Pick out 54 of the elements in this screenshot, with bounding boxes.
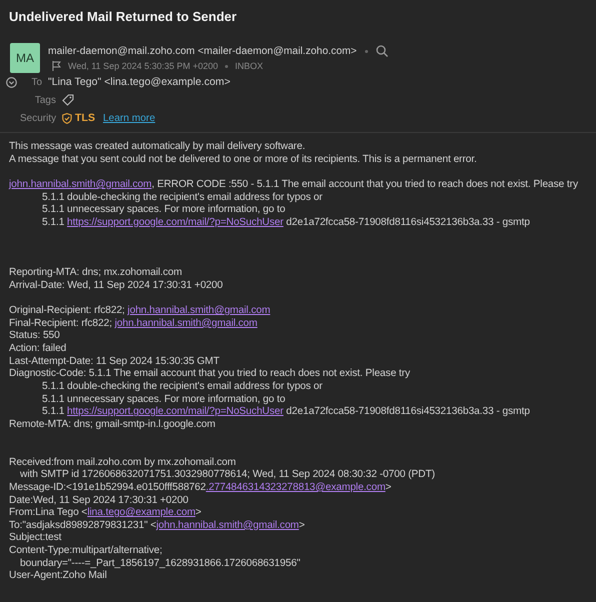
message-line: 5.1.1 double-checking the recipient's email address for typos or (42, 380, 322, 392)
folder-label: INBOX (235, 61, 264, 71)
learn-more-link[interactable]: Learn more (103, 112, 156, 124)
flag-icon[interactable] (52, 61, 61, 71)
field-label: Security (20, 112, 58, 124)
message-line: Final-Recipient: rfc822; john.hannibal.smith@gmail.com (9, 318, 258, 329)
message-line: Remote-MTA: dns; gmail-smtp-in.l.google.com (9, 418, 216, 430)
message-line: Original-Recipient: rfc822; john.hannibal.smith@gmail.com (9, 305, 270, 316)
message-line: Diagnostic-Code: 5.1.1 The email account that you tried to reach does not exist. Please try (9, 368, 410, 380)
message-line: john.hannibal.smith@gmail.com, ERROR CODE :550 - 5.1.1 The email account that you tried to reach does not exist. Please try (9, 178, 578, 190)
message-line: 5.1.1 double-checking the recipient's email address for typos or (42, 192, 322, 202)
message-line: Action: failed (9, 343, 66, 354)
email-link[interactable]: https://support.google.com/mail/?p=NoSuchUser (67, 216, 284, 228)
security-status: TLS (75, 112, 96, 124)
email-link[interactable]: john.hannibal.smith@gmail.com (128, 305, 270, 316)
message-line: 5.1.1 https://support.google.com/mail/?p=NoSuchUser d2e1a72fcca58-71908fd8116si4532136b3a.33 - gsmtp (42, 216, 530, 228)
field-label: To (30, 76, 43, 88)
email-link[interactable]: .2774846314323278813@example.com (206, 482, 386, 493)
tag-icon[interactable] (62, 94, 74, 106)
recipient: "Lina Tego" <lina.tego@example.com> (48, 76, 230, 88)
shield-icon (62, 112, 72, 124)
message-line: Reporting-MTA: dns; mx.zohomail.com (9, 267, 182, 278)
email-link[interactable]: john.hannibal.smith@gmail.com (156, 520, 299, 531)
message-line: Arrival-Date: Wed, 11 Sep 2024 17:30:31 +0200 (9, 280, 223, 291)
avatar: MA (10, 43, 40, 73)
message-line: 5.1.1 unnecessary spaces. For more information, go to (42, 204, 286, 216)
message-line: with SMTP id 1726068632071751.3032980778614; Wed, 11 Sep 2024 08:30:32 -0700 (PDT) (20, 469, 435, 480)
message-line: Last-Attempt-Date: 11 Sep 2024 15:30:35 GMT (9, 356, 220, 367)
dot-icon (225, 64, 228, 68)
chevron-circle-icon[interactable] (6, 76, 17, 88)
email-link[interactable]: https://support.google.com/mail/?p=NoSuchUser (67, 406, 284, 418)
search-icon[interactable] (376, 45, 388, 57)
message-line: Status: 550 (9, 330, 60, 342)
email-link[interactable]: john.hannibal.smith@gmail.com (9, 178, 152, 190)
message-line: Date:Wed, 11 Sep 2024 17:30:31 +0200 (9, 494, 188, 506)
email-link[interactable]: john.hannibal.smith@gmail.com (114, 318, 258, 329)
message-line: To:"asdjaksd89892879831231" <john.hannibal.smith@gmail.com> (9, 520, 305, 531)
email-date: Wed, 11 Sep 2024 5:30:35 PM +0200 (68, 61, 218, 71)
message-line: A message that you sent could not be delivered to one or more of its recipients. This is a permanent error. (9, 154, 477, 165)
email-link[interactable]: lina.tego@example.com (87, 507, 196, 518)
message-line: From:Lina Tego <lina.tego@example.com> (9, 507, 202, 518)
sender-address: mailer-daemon@mail.zoho.com <mailer-daemon@mail.zoho.com> (48, 46, 357, 56)
message-line: Message-ID:<191e1b52994.e0150fff588762.2774846314323278813@example.com> (9, 482, 392, 493)
message-line: boundary="----=_Part_1856197_1628931866.1726068631956" (20, 558, 300, 569)
message-line: Subject:test (9, 532, 62, 544)
email-subject: Undelivered Mail Returned to Sender (8, 8, 238, 26)
message-line: 5.1.1 unnecessary spaces. For more information, go to (42, 394, 286, 404)
message-line: Received:from mail.zoho.com by mx.zohomail.com (9, 456, 236, 468)
dot-icon (364, 50, 368, 52)
field-label: Tags (34, 94, 57, 106)
message-line: User-Agent:Zoho Mail (9, 570, 107, 582)
message-line: This message was created automatically by mail delivery software. (9, 141, 306, 152)
message-line: 5.1.1 https://support.google.com/mail/?p=NoSuchUser d2e1a72fcca58-71908fd8116si4532136b3a.33 - gsmtp (42, 406, 530, 418)
message-line: Content-Type:multipart/alternative; (9, 545, 162, 556)
